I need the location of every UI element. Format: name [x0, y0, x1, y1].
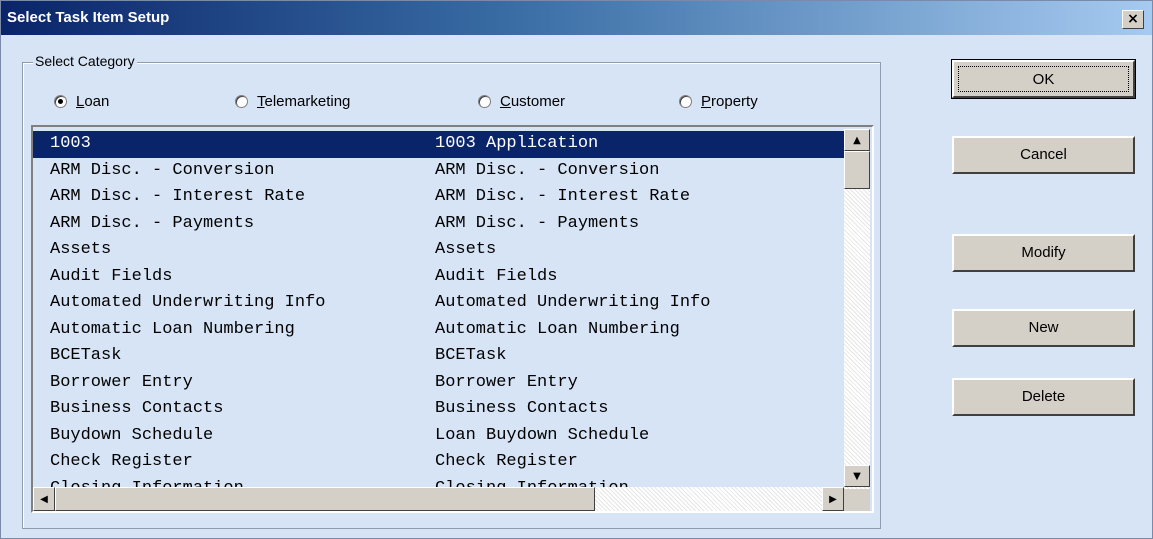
radio-label-text: roperty	[711, 92, 758, 110]
vertical-scrollbar[interactable]: ▲ ▼	[844, 129, 870, 489]
radio-label-property: Property	[701, 93, 758, 110]
radio-label-customer: Customer	[500, 93, 565, 110]
item-description: Assets	[435, 240, 497, 259]
item-description: Automated Underwriting Info	[435, 293, 711, 312]
list-item[interactable]: Assets Assets	[33, 237, 844, 264]
radio-button-icon[interactable]	[54, 94, 67, 108]
item-name: Assets	[50, 240, 112, 259]
item-name: Audit Fields	[50, 266, 173, 286]
scrollbar-corner	[844, 489, 870, 511]
horizontal-scroll-thumb[interactable]	[55, 487, 595, 511]
item-description: ARM Disc. - Interest Rate	[435, 187, 691, 206]
item-description: Loan Buydown Schedule	[435, 425, 650, 445]
item-description: ARM Disc. - Payments	[435, 213, 640, 233]
item-description: Borrower Entry	[435, 372, 578, 392]
item-name: ARM Disc. - Payments	[50, 213, 255, 233]
radio-loan[interactable]: Loan	[54, 91, 109, 111]
item-description: BCETask	[435, 346, 507, 365]
list-item[interactable]: Buydown Schedule Loan Buydown Schedule	[33, 423, 844, 450]
radio-label-loan: Loan	[76, 93, 109, 110]
modify-button[interactable]: Modify	[952, 234, 1135, 272]
radio-label-text: oan	[84, 92, 110, 110]
horizontal-scrollbar[interactable]: ◀ ▶	[33, 487, 844, 511]
dialog-window: Select Task Item Setup × Select Category…	[0, 0, 1153, 539]
arrow-up-icon: ▲	[853, 134, 861, 146]
accelerator-key: P	[701, 92, 712, 110]
ok-button-label: OK	[958, 66, 1129, 92]
radio-button-icon[interactable]	[478, 94, 491, 108]
list-item[interactable]: Automatic Loan Numbering Automatic Loan N…	[33, 317, 844, 344]
scroll-up-button[interactable]: ▲	[844, 129, 870, 151]
arrow-right-icon: ▶	[829, 493, 837, 505]
item-description: Check Register	[435, 452, 578, 471]
accelerator-key: C	[500, 92, 511, 110]
item-description: Automatic Loan Numbering	[435, 319, 680, 339]
scroll-right-button[interactable]: ▶	[822, 487, 844, 511]
list-item[interactable]: BCETask BCETask	[33, 343, 844, 370]
list-item[interactable]: Borrower Entry Borrower Entry	[33, 370, 844, 397]
list-item[interactable]: Audit Fields Audit Fields	[33, 264, 844, 291]
item-description: Audit Fields	[435, 266, 558, 286]
item-description: ARM Disc. - Conversion	[435, 160, 660, 180]
list-item[interactable]: ARM Disc. - Conversion ARM Disc. - Conver…	[33, 158, 844, 185]
radio-button-icon[interactable]	[679, 94, 692, 108]
radio-button-icon[interactable]	[235, 94, 248, 108]
radio-customer[interactable]: Customer	[478, 91, 565, 111]
task-item-rows: 1003 1003 Application ARM Disc. - Conversi…	[33, 131, 844, 502]
delete-button[interactable]: Delete	[952, 378, 1135, 416]
cancel-button[interactable]: Cancel	[952, 136, 1135, 174]
arrow-down-icon: ▼	[853, 470, 861, 482]
item-name: ARM Disc. - Conversion	[50, 160, 275, 180]
item-name: BCETask	[50, 346, 122, 365]
item-name: Borrower Entry	[50, 372, 193, 392]
close-icon: ×	[1127, 11, 1139, 27]
task-item-listbox[interactable]: 1003 1003 Application ARM Disc. - Conversi…	[31, 125, 874, 513]
vertical-scroll-thumb[interactable]	[844, 151, 870, 189]
arrow-left-icon: ◀	[40, 493, 48, 505]
list-item[interactable]: ARM Disc. - Interest Rate ARM Disc. - Int…	[33, 184, 844, 211]
item-description: 1003 Application	[435, 134, 599, 153]
list-item[interactable]: 1003 1003 Application	[33, 131, 844, 158]
radio-label-text: elemarketing	[264, 92, 351, 110]
list-item[interactable]: Check Register Check Register	[33, 449, 844, 476]
radio-telemarketing[interactable]: Telemarketing	[235, 91, 350, 111]
new-button[interactable]: New	[952, 309, 1135, 347]
radio-property[interactable]: Property	[679, 91, 758, 111]
ok-button[interactable]: OK	[951, 59, 1136, 99]
item-name: Automatic Loan Numbering	[50, 319, 295, 339]
item-name: Automated Underwriting Info	[50, 293, 326, 312]
window-title: Select Task Item Setup	[7, 9, 170, 26]
scroll-left-button[interactable]: ◀	[33, 487, 55, 511]
accelerator-key: T	[257, 92, 265, 110]
list-item[interactable]: ARM Disc. - Payments ARM Disc. - Payments	[33, 211, 844, 238]
item-name: 1003	[50, 134, 91, 153]
title-bar[interactable]: Select Task Item Setup ×	[1, 1, 1152, 35]
item-name: ARM Disc. - Interest Rate	[50, 187, 306, 206]
item-name: Buydown Schedule	[50, 425, 214, 445]
item-name: Check Register	[50, 452, 193, 471]
radio-label-text: ustomer	[510, 92, 566, 110]
item-name: Business Contacts	[50, 399, 224, 418]
group-legend: Select Category	[33, 53, 137, 69]
close-button[interactable]: ×	[1122, 10, 1144, 29]
scroll-down-button[interactable]: ▼	[844, 465, 870, 487]
item-description: Business Contacts	[435, 399, 609, 418]
radio-label-telemarketing: Telemarketing	[257, 93, 350, 110]
list-item[interactable]: Business Contacts Business Contacts	[33, 396, 844, 423]
list-item[interactable]: Automated Underwriting Info Automated Und…	[33, 290, 844, 317]
